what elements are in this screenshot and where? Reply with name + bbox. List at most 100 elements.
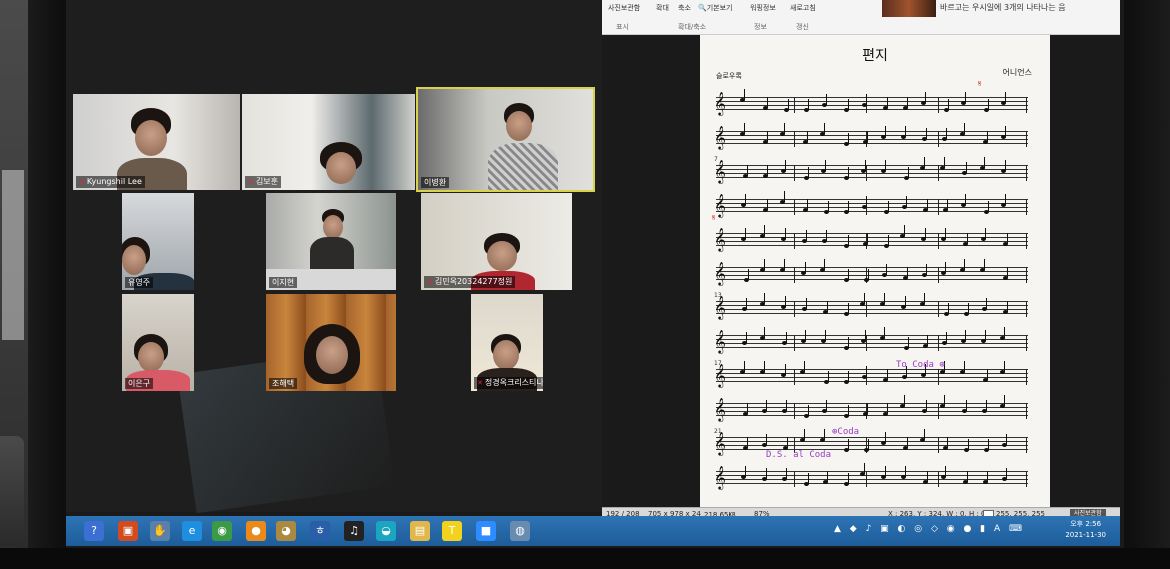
note-stem <box>826 400 827 411</box>
note-stem <box>1005 125 1006 137</box>
taskbar-clock[interactable]: 오후 2:56 2021-11-30 <box>1065 519 1106 541</box>
note-stem <box>885 159 886 171</box>
note-stem <box>927 470 928 482</box>
bar-line <box>1026 301 1027 317</box>
note-stem <box>747 436 748 448</box>
video-tile[interactable]: ✕ 김보훈 <box>242 94 415 190</box>
image-info-button[interactable]: 워핑정보 <box>750 3 776 13</box>
participant-name: 이병환 <box>421 177 450 188</box>
thumbnail-image[interactable] <box>882 0 936 17</box>
note-stem <box>908 167 909 178</box>
default-view-button[interactable]: 🔍기본보기 <box>698 3 732 13</box>
treble-clef-icon: 𝄞 <box>714 261 726 285</box>
note-stem <box>888 235 889 246</box>
zoom-icon[interactable]: ■ <box>476 521 496 541</box>
desk-surface <box>0 548 1170 569</box>
system-tray[interactable]: ▲ ◆ ♪ ▣ ◐ ◎ ◇ ◉ ● ▮ A ⌨ <box>834 524 1025 534</box>
note-stem <box>868 269 869 280</box>
note-stem <box>848 337 849 348</box>
note-stem <box>848 473 849 484</box>
note-stem <box>805 329 806 341</box>
note-stem <box>966 400 967 411</box>
tempo-marking: 슬로우록 <box>716 72 742 80</box>
ie-icon[interactable]: e <box>182 521 202 541</box>
note-stem <box>926 400 927 411</box>
note-stem <box>848 235 849 246</box>
bar-line <box>794 471 795 487</box>
piano-icon[interactable]: ♫ <box>344 521 364 541</box>
note-stem <box>988 439 989 450</box>
bar-line <box>938 199 939 215</box>
note-stem <box>788 99 789 110</box>
note-stem <box>924 157 925 168</box>
note-stem <box>806 230 807 241</box>
group-label: 확대/축소 <box>678 23 707 31</box>
zoom-in-button[interactable]: 확대 <box>656 3 669 13</box>
treble-clef-icon: 𝄞 <box>714 91 726 115</box>
folder-icon[interactable]: ▤ <box>410 521 430 541</box>
zoom-out-button[interactable]: 축소 <box>678 3 691 13</box>
treble-clef-icon: 𝄞 <box>714 125 726 149</box>
orange-app-icon[interactable]: ● <box>246 521 266 541</box>
kakaotalk-icon[interactable]: T <box>442 521 462 541</box>
image-canvas[interactable]: 편지 슬로우록 어니언스 𝄞 𝄞 𝄞 7 𝄞 𝄞 𝄞 𝄞 13 𝄞 𝄞 17 𝄞 𝄞 21 𝄞 To Coda… <box>602 35 1120 507</box>
video-tile-active-speaker[interactable]: 이병환 <box>416 87 595 192</box>
bar-line <box>794 267 795 283</box>
note-stem <box>965 91 966 103</box>
video-tile[interactable]: 이지현 <box>266 193 396 290</box>
note-stem <box>747 402 748 414</box>
bar-line <box>938 471 939 487</box>
chrome-icon[interactable]: ◉ <box>212 521 232 541</box>
image-viewer-window: 사진보관함 확대 축소 🔍기본보기 워핑정보 새로고침 표시 확대/축소 정보 … <box>602 0 1120 521</box>
note-stem <box>905 125 906 137</box>
hwp-icon[interactable]: ㅎ <box>310 521 330 541</box>
bar-line <box>866 471 867 487</box>
note-stem <box>1004 395 1005 406</box>
note-stem <box>824 123 825 134</box>
note-stem <box>944 157 945 168</box>
participant-name: ✕ 김민옥20324277정원 <box>424 276 516 288</box>
bar-line <box>794 233 795 249</box>
edge-icon[interactable]: ◒ <box>376 521 396 541</box>
hand-icon[interactable]: ✋ <box>150 521 170 541</box>
video-tile[interactable]: 이은구 <box>122 294 194 391</box>
video-tile[interactable]: ✕ 정경옥크리스티나 <box>471 294 543 391</box>
note-stem <box>968 439 969 450</box>
photo-library-button[interactable]: 사진보관함 <box>608 3 640 13</box>
note-stem <box>825 159 826 171</box>
note-stem <box>984 259 985 270</box>
refresh-button[interactable]: 새로고침 <box>790 3 816 13</box>
note-stem <box>867 130 868 142</box>
note-stem <box>1007 266 1008 278</box>
remote-icon[interactable]: ◍ <box>510 521 530 541</box>
mic-muted-icon: ✕ <box>477 379 483 387</box>
note-stem <box>986 400 987 411</box>
staff-line: 𝄞 <box>714 395 1028 421</box>
bar-line <box>866 301 867 317</box>
office-icon[interactable]: ▣ <box>118 521 138 541</box>
note-stem <box>964 361 965 372</box>
video-tile[interactable]: 조해택 <box>266 294 396 391</box>
treble-clef-icon: 𝄞 <box>714 329 726 353</box>
note-stem <box>824 429 825 440</box>
note-stem <box>927 334 928 346</box>
note-stem <box>1005 91 1006 103</box>
video-tile[interactable]: ✕ Kyungshil Lee <box>73 94 240 190</box>
note-stem <box>1005 193 1006 205</box>
staff-line: 𝄞 <box>714 463 1028 489</box>
video-tile[interactable]: 유영주 <box>122 193 194 290</box>
note-stem <box>966 162 967 173</box>
mic-muted-icon: ✕ <box>427 278 433 286</box>
segno-icon: 𝄋 <box>712 213 716 222</box>
note-stem <box>867 232 868 244</box>
staff-line: 𝄞 <box>714 259 1028 285</box>
note-stem <box>905 295 906 307</box>
note-stem <box>948 303 949 314</box>
owl-icon[interactable]: ◕ <box>276 521 296 541</box>
note-stem <box>907 96 908 108</box>
participant-name: 조해택 <box>269 378 298 389</box>
note-stem <box>864 293 865 304</box>
help-icon[interactable]: ? <box>84 521 104 541</box>
note-stem <box>786 400 787 411</box>
video-tile[interactable]: ✕ 김민옥20324277정원 <box>421 193 572 290</box>
